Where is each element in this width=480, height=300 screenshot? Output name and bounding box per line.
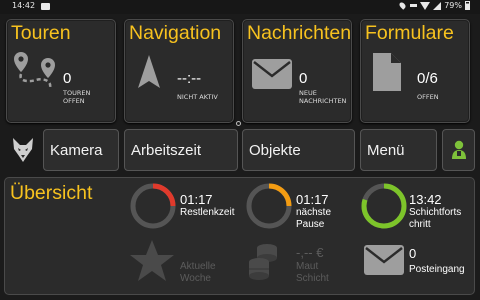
tile-sub-line1: NICHT AKTIV <box>177 93 218 101</box>
restlenkzeit-label: Restlenkzeit <box>180 207 235 218</box>
schicht-value: 13:42 <box>409 192 442 207</box>
tile-navigation[interactable]: Navigation --:-- NICHT AKTIV <box>124 19 234 123</box>
pause-ring <box>246 183 292 229</box>
tile-nachrichten[interactable]: Nachrichten 0 NEUE NACHRICHTEN <box>242 19 352 123</box>
schicht-ring <box>361 183 407 229</box>
tile-title: Formulare <box>365 22 454 44</box>
menu-button[interactable]: Menü <box>360 129 437 171</box>
woche-label-line2: Woche <box>180 273 211 284</box>
objekte-button[interactable]: Objekte <box>242 129 355 171</box>
kamera-button-label: Kamera <box>50 142 103 159</box>
wolf-logo-icon <box>13 138 33 162</box>
tile-touren[interactable]: Touren 0 TOUREN OFFEN <box>6 19 116 123</box>
status-time: 14:42 <box>12 1 36 10</box>
maut-value: -,-- € <box>296 245 324 260</box>
tile-sub-line2: OFFEN <box>63 97 85 105</box>
objekte-button-label: Objekte <box>249 142 301 159</box>
user-icon <box>452 140 466 159</box>
restlenkzeit-ring <box>130 183 176 229</box>
posteingang-label: Posteingang <box>409 264 465 275</box>
tile-value: 0 <box>63 70 72 87</box>
location-icon <box>398 1 407 10</box>
posteingang-envelope-icon <box>364 245 404 275</box>
arbeitszeit-button[interactable]: Arbeitszeit <box>124 129 238 171</box>
user-button[interactable] <box>442 129 475 171</box>
document-icon <box>373 53 401 91</box>
star-icon <box>130 240 174 281</box>
overview-panel: Übersicht 01:17 Restlenkzeit 01:17 nächs… <box>4 177 475 295</box>
pause-label-line2: Pause <box>296 219 325 230</box>
tile-value: 0/6 <box>417 70 438 87</box>
key-icon <box>410 4 418 7</box>
schicht-label-line2: chritt <box>409 219 431 230</box>
posteingang-value: 0 <box>409 246 417 261</box>
wifi-icon <box>420 1 431 10</box>
tile-sub-line1: TOUREN <box>63 89 91 97</box>
tile-sub-line1: NEUE <box>299 89 317 97</box>
tile-title: Touren <box>11 22 71 44</box>
tile-value: --:-- <box>177 70 202 87</box>
maut-label-line2: Schicht <box>296 273 329 284</box>
pause-value: 01:17 <box>296 192 329 207</box>
envelope-icon <box>252 59 292 89</box>
signal-icon <box>433 1 442 10</box>
battery-icon <box>465 1 470 10</box>
separator-dot <box>236 121 241 126</box>
tile-title: Navigation <box>129 22 222 44</box>
overview-title: Übersicht <box>10 182 93 204</box>
coins-icon <box>249 244 277 280</box>
status-bar: 14:42 79% <box>0 0 480 14</box>
tile-title: Nachrichten <box>247 22 352 44</box>
tile-value: 0 <box>299 70 308 87</box>
battery-percent: 79% <box>444 1 462 10</box>
kamera-button[interactable]: Kamera <box>43 129 119 171</box>
tile-sub-line2: NACHRICHTEN <box>299 97 347 105</box>
navigation-arrow-icon <box>138 55 160 88</box>
route-icon <box>14 52 55 89</box>
tile-formulare[interactable]: Formulare 0/6 OFFEN <box>360 19 470 123</box>
arbeitszeit-button-label: Arbeitszeit <box>131 142 202 159</box>
status-icons: 79% <box>398 1 470 10</box>
menu-button-label: Menü <box>367 142 405 159</box>
restlenkzeit-value: 01:17 <box>180 192 213 207</box>
tile-sub-line1: OFFEN <box>417 93 439 101</box>
message-icon <box>41 3 50 10</box>
